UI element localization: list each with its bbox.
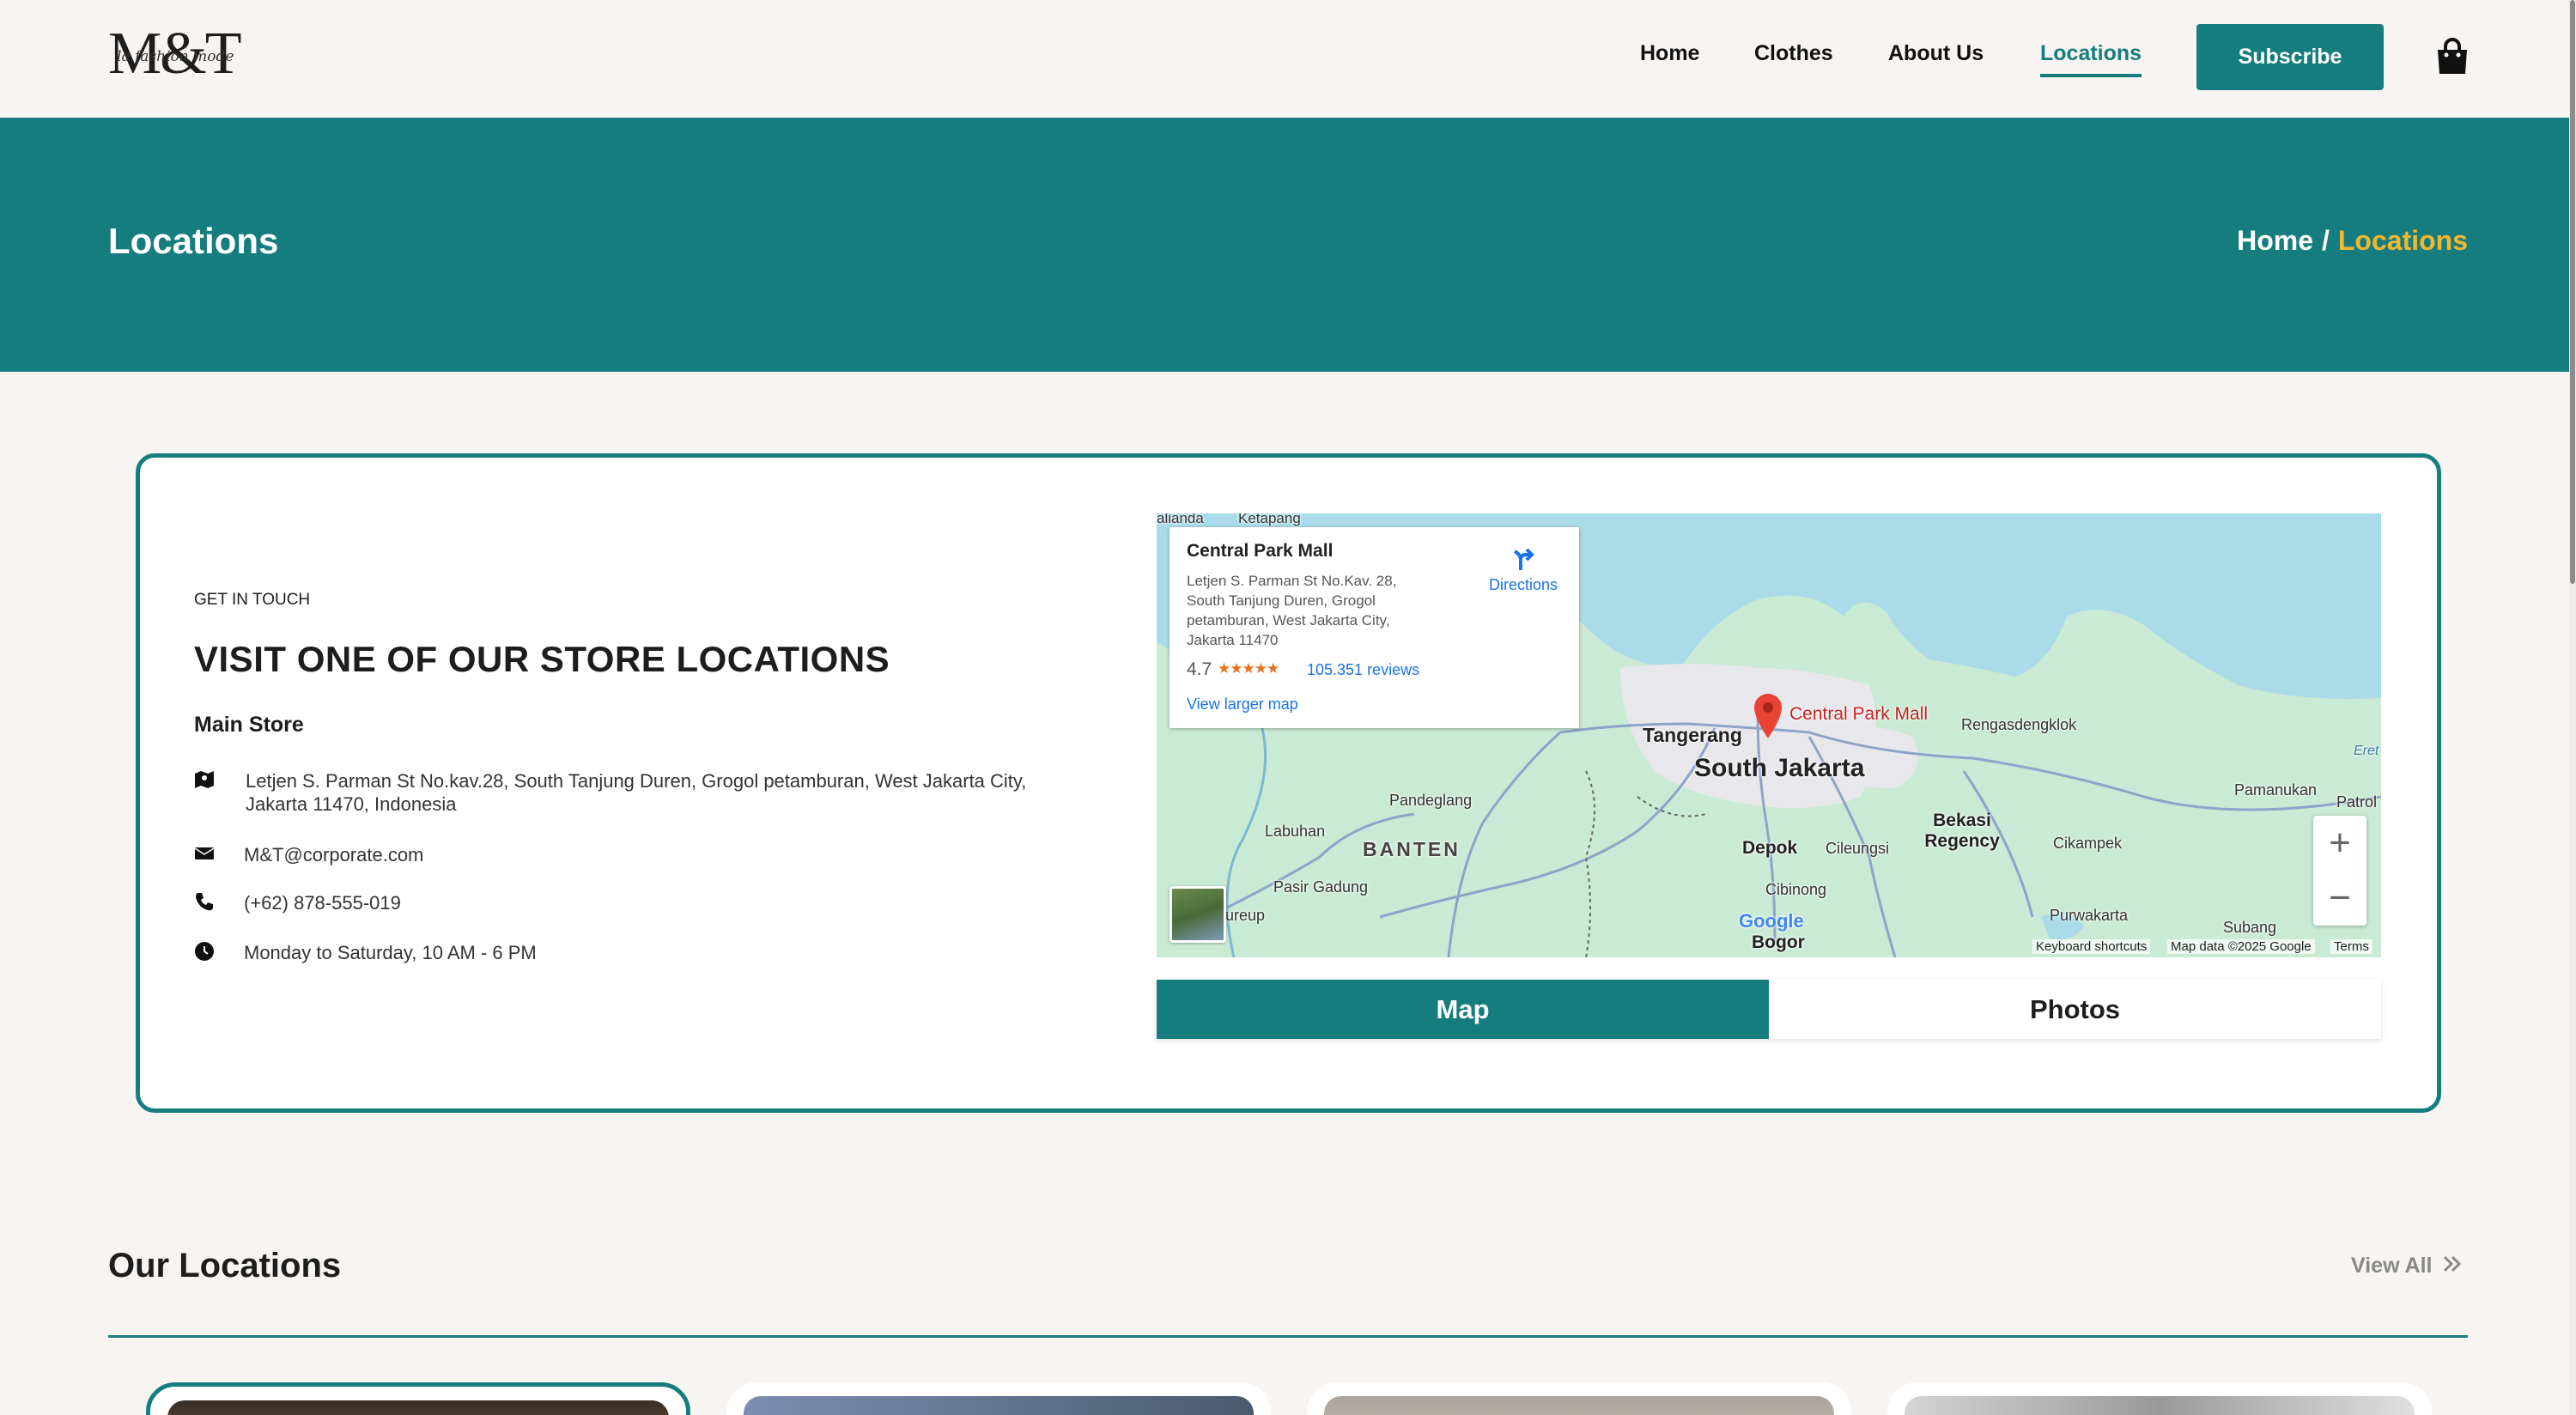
map-photo-tabs: Map Photos (1157, 980, 2381, 1039)
scrollbar-thumb[interactable] (2570, 0, 2575, 584)
map-label-rengasdengklok: Rengasdengklok (1961, 716, 2077, 733)
map-pin-icon[interactable] (1751, 692, 1785, 740)
nav-home[interactable]: Home (1640, 41, 1699, 66)
address-line-1: Letjen S. Parman St No.kav.28, South Tan… (246, 770, 1027, 792)
place-address: Letjen S. Parman St No.Kav. 28, South Ta… (1187, 573, 1397, 648)
store-phone[interactable]: (+62) 878-555-019 (244, 891, 401, 914)
map-label-cileungsi: Cileungsi (1826, 840, 1890, 857)
map-label-labuhan: Labuhan (1265, 823, 1326, 840)
phone-icon (194, 891, 215, 912)
tab-map[interactable]: Map (1157, 980, 1769, 1039)
double-chevron-right-icon (2443, 1254, 2462, 1278)
map-label-depok: Depok (1742, 838, 1798, 858)
map-label-eretan: Eret (2354, 744, 2379, 758)
map-label-pandeglang: Pandeglang (1389, 792, 1473, 809)
breadcrumb-home[interactable]: Home (2237, 225, 2313, 257)
breadcrumb: Home / Locations (2237, 225, 2468, 257)
brand-logo[interactable]: M&T la fashion mode (108, 24, 254, 84)
map-data-attribution: Map data ©2025 Google (2167, 939, 2315, 954)
map-label-ureup: ureup (1225, 907, 1266, 924)
view-all-link[interactable]: View All (2351, 1254, 2462, 1278)
map-label-banten: BANTEN (1363, 838, 1461, 860)
map-label-pamanukan: Pamanukan (2234, 781, 2318, 799)
location-photo (167, 1400, 669, 1415)
map-label-patrol: Patrol (2336, 793, 2378, 811)
view-larger-map-link[interactable]: View larger map (1187, 695, 1298, 714)
subscribe-button[interactable]: Subscribe (2196, 24, 2384, 90)
location-card[interactable] (146, 1382, 690, 1415)
our-locations-heading: Our Locations (108, 1247, 342, 1284)
map-label-south-jakarta: South Jakarta (1694, 754, 1865, 782)
store-hours: Monday to Saturday, 10 AM - 6 PM (244, 942, 537, 963)
map-label-ketapang: Ketapang (1238, 513, 1301, 526)
nav-locations[interactable]: Locations (2040, 41, 2142, 77)
zoom-out-button[interactable]: − (2313, 871, 2366, 926)
place-title: Central Park Mall (1187, 541, 1334, 561)
location-photo (1905, 1396, 2415, 1415)
page-scrollbar[interactable] (2569, 0, 2576, 1415)
map-label-cikampek: Cikampek (2053, 835, 2123, 852)
map-label-purwakarta: Purwakarta (2050, 907, 2129, 924)
map-icon (194, 769, 215, 790)
address-line-2: Jakarta 11470, Indonesia (246, 793, 457, 815)
place-info-card: Central Park Mall Letjen S. Parman St No… (1170, 527, 1579, 728)
map-label-alianda: alianda (1157, 513, 1204, 526)
page-banner: Locations Home / Locations (0, 118, 2569, 372)
shopping-bag-icon[interactable] (2435, 38, 2470, 76)
rating-stars-icon: ★★★★★ (1218, 660, 1279, 677)
page-title: Locations (108, 221, 279, 261)
location-card[interactable] (1887, 1382, 2432, 1415)
tab-photos[interactable]: Photos (1769, 980, 2381, 1039)
google-logo: Google (1739, 910, 1804, 932)
map-label-bekasi-regency: Bekasi Regency (1924, 811, 2000, 851)
keyboard-shortcuts-link[interactable]: Keyboard shortcuts (2032, 939, 2151, 954)
map-label-central-park-mall: Central Park Mall (1789, 704, 1929, 724)
map-terms-link[interactable]: Terms (2330, 939, 2372, 954)
map-label-subang: Subang (2223, 919, 2277, 936)
location-photo (1324, 1396, 1834, 1415)
place-rating: 4.7 (1187, 659, 1212, 679)
store-name: Main Store (194, 713, 304, 737)
breadcrumb-separator: / (2321, 225, 2330, 256)
nav-clothes[interactable]: Clothes (1754, 41, 1833, 66)
directions-button[interactable]: Directions (1480, 546, 1566, 594)
satellite-toggle[interactable] (1170, 886, 1226, 943)
store-email[interactable]: M&T@corporate.com (244, 843, 423, 866)
section-divider (108, 1335, 2468, 1338)
directions-icon (1513, 548, 1534, 570)
nav-about-us[interactable]: About Us (1888, 41, 1984, 66)
map-label-bogor: Bogor (1752, 932, 1805, 952)
envelope-icon (194, 843, 215, 864)
map-label-pasir-gadung: Pasir Gadung (1273, 878, 1369, 896)
location-photo (744, 1396, 1254, 1415)
zoom-in-button[interactable]: + (2313, 816, 2366, 871)
location-card[interactable] (1307, 1382, 1851, 1415)
map-label-tangerang: Tangerang (1643, 724, 1742, 746)
logo-tagline: la fashion mode (117, 48, 234, 65)
zoom-controls: + − (2313, 816, 2366, 926)
store-address: Letjen S. Parman St No.kav.28, South Tan… (246, 769, 1026, 816)
directions-label: Directions (1488, 576, 1558, 593)
view-all-label: View All (2351, 1254, 2433, 1278)
breadcrumb-current: Locations (2337, 225, 2468, 256)
site-header: M&T la fashion mode Home Clothes About U… (0, 0, 2569, 118)
clock-icon (194, 941, 215, 962)
location-card[interactable] (726, 1382, 1271, 1415)
section-heading: VISIT ONE OF OUR STORE LOCATIONS (194, 639, 890, 679)
map-label-cibinong: Cibinong (1765, 881, 1827, 898)
reviews-link[interactable]: 105.351 reviews (1307, 661, 1419, 679)
section-eyebrow: GET IN TOUCH (194, 591, 311, 609)
